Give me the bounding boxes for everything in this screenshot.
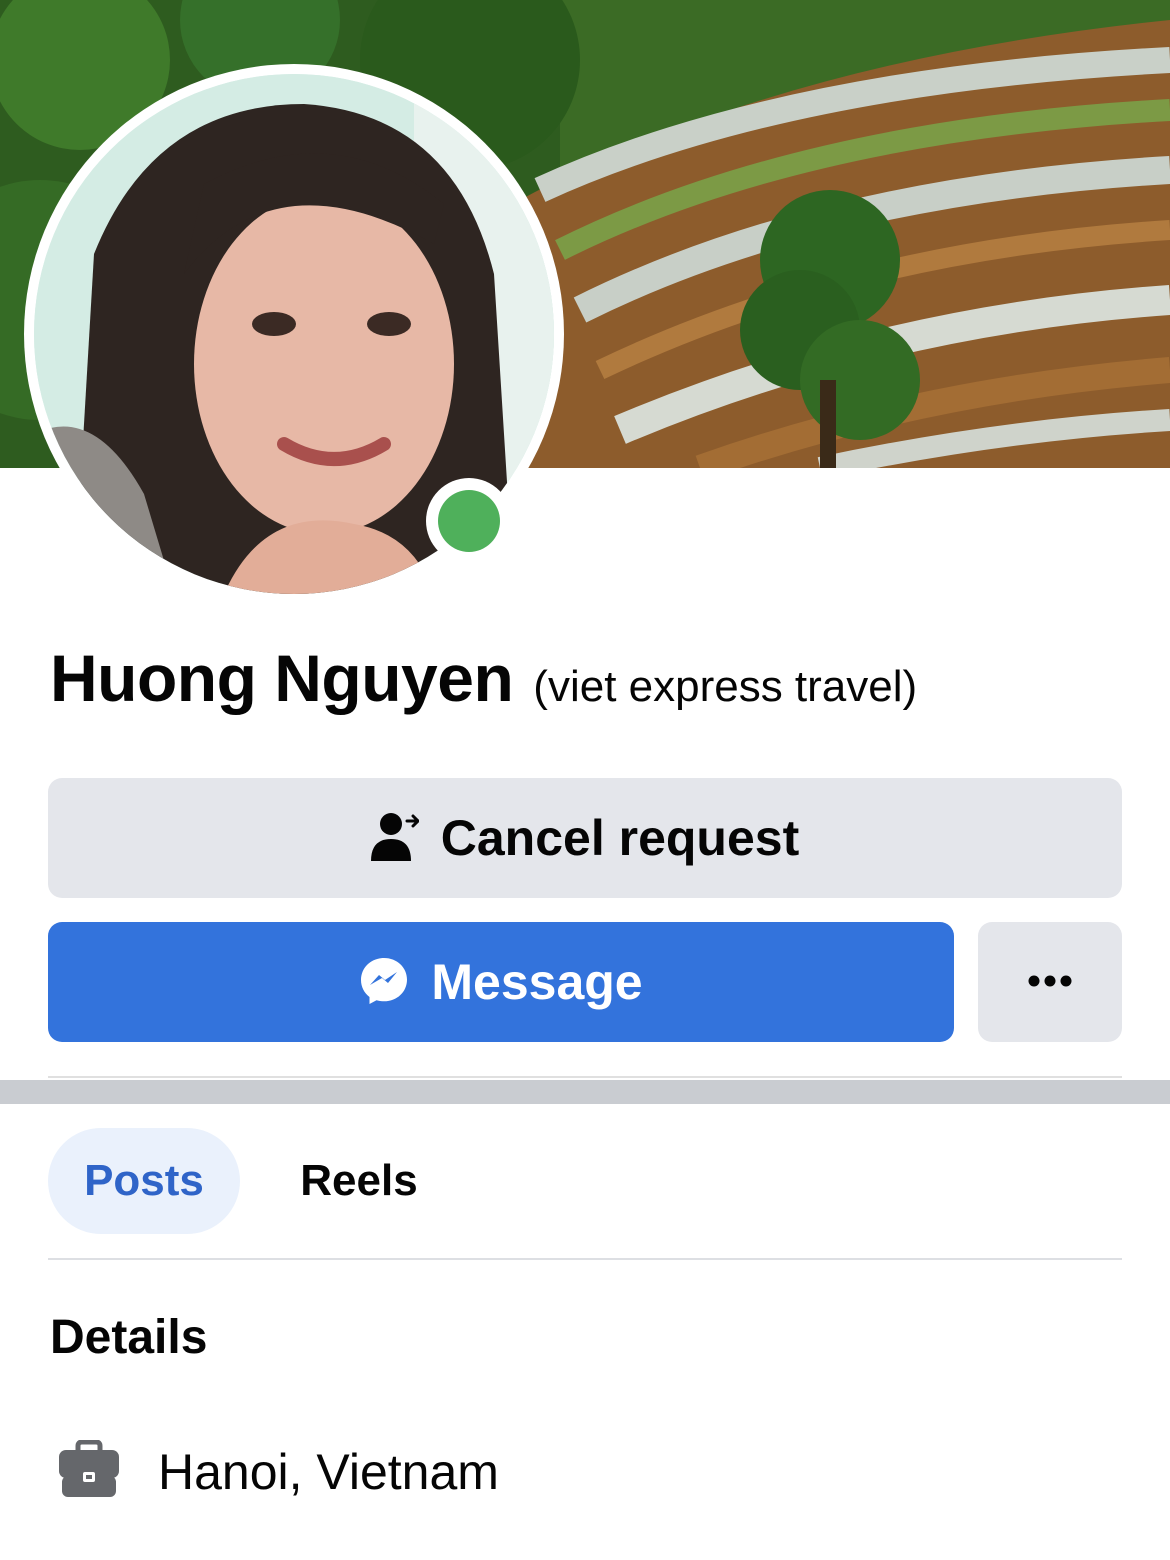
tab-reels[interactable]: Reels xyxy=(278,1128,440,1234)
online-dot-icon xyxy=(438,490,500,552)
message-label: Message xyxy=(431,954,643,1010)
cancel-request-label: Cancel request xyxy=(440,810,800,866)
briefcase-icon xyxy=(58,1439,120,1503)
profile-name-row: Huong Nguyen (viet express travel) xyxy=(50,640,1130,716)
section-separator xyxy=(0,1080,1170,1104)
online-status-indicator xyxy=(426,478,512,564)
cancel-request-button[interactable]: Cancel request xyxy=(48,778,1122,898)
detail-item-work: Hanoi, Vietnam xyxy=(58,1439,499,1503)
tab-posts[interactable]: Posts xyxy=(48,1128,240,1234)
tab-posts-label: Posts xyxy=(84,1156,204,1205)
profile-alternate-name: (viet express travel) xyxy=(533,662,918,711)
divider xyxy=(48,1076,1122,1078)
messenger-icon xyxy=(359,956,409,1009)
details-heading: Details xyxy=(50,1311,208,1364)
profile-name: Huong Nguyen xyxy=(50,641,514,715)
tabs-divider xyxy=(48,1258,1122,1260)
detail-location-text: Hanoi, Vietnam xyxy=(158,1443,499,1500)
more-options-button[interactable] xyxy=(978,922,1122,1042)
profile-page: Huong Nguyen (viet express travel) Cance… xyxy=(0,0,1170,1560)
ellipsis-icon xyxy=(1028,975,1072,990)
person-arrow-icon xyxy=(370,811,420,866)
tab-reels-label: Reels xyxy=(300,1156,418,1205)
message-button[interactable]: Message xyxy=(48,922,954,1042)
